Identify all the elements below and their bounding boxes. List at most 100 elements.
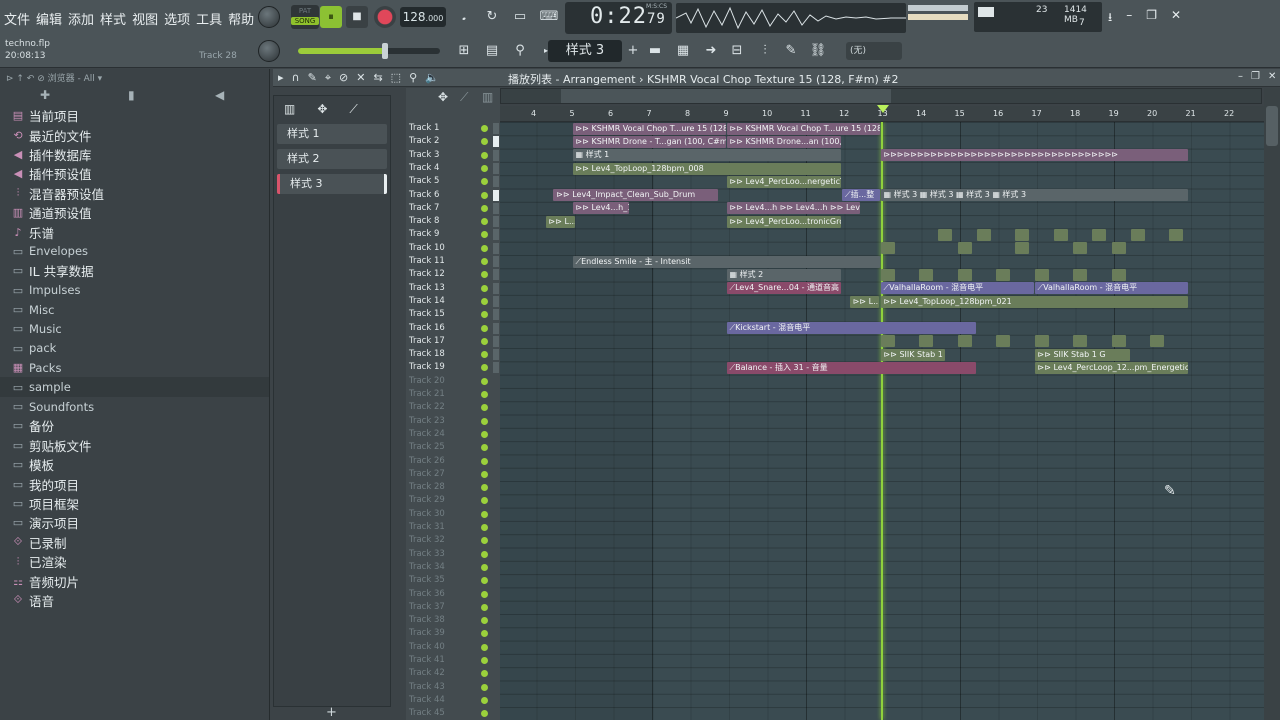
browser-item[interactable]: ▭ pack — [12, 339, 269, 358]
playlist-clip[interactable]: ⊳⊳ Lev4_PercLoo...tronicGroove — [726, 215, 841, 228]
track-header[interactable]: Track 44 — [406, 694, 500, 707]
pattern-block[interactable] — [880, 268, 895, 281]
track-mute-led[interactable] — [481, 351, 488, 359]
track-header[interactable]: Track 41 — [406, 654, 500, 667]
magnet-icon[interactable]: ∩ — [292, 71, 300, 85]
browser-item[interactable]: ▭ IL 共享数据 — [12, 261, 269, 280]
pattern-block[interactable] — [1111, 268, 1126, 281]
browser-item[interactable]: ▥ 通道预设值 — [12, 203, 269, 222]
playlist-clip[interactable]: ⟋Endless Smile - 主 - Intensit — [572, 255, 880, 268]
track-mute-led[interactable] — [481, 643, 488, 651]
minimize-icon[interactable]: – — [1238, 71, 1243, 82]
pattern-block[interactable] — [1111, 335, 1126, 348]
menu-item-5[interactable]: 选项 — [164, 8, 190, 29]
track-mute-led[interactable] — [481, 337, 488, 345]
pattern-block[interactable] — [996, 335, 1010, 348]
playlist-clip[interactable]: ⊳⊳ Lev4...h_12 — [572, 202, 630, 215]
piano-roll-icon[interactable]: ▦ — [674, 42, 692, 60]
close-icon[interactable]: ✕ — [1171, 8, 1181, 29]
scroll-thumb[interactable] — [1266, 106, 1278, 146]
track-header[interactable]: Track 8 — [406, 215, 500, 228]
minimize-icon[interactable]: – — [1126, 8, 1132, 29]
track-header[interactable]: Track 14 — [406, 295, 500, 308]
track-header[interactable]: Track 38 — [406, 614, 500, 627]
track-mute-led[interactable] — [481, 603, 488, 611]
add-pattern-icon[interactable]: + — [624, 42, 642, 60]
browser-item[interactable]: ▦ Packs — [12, 358, 269, 377]
browser-item[interactable]: ▭ 项目框架 — [12, 494, 269, 513]
track-mute-led[interactable] — [481, 630, 488, 638]
playlist-clip[interactable]: ▦ 样式 1 — [572, 149, 841, 162]
track-header[interactable]: Track 22 — [406, 401, 500, 414]
playlist-clip[interactable]: ▦ 样式 2 — [726, 268, 841, 281]
track-mute-led[interactable] — [481, 470, 488, 478]
track-header[interactable]: Track 39 — [406, 627, 500, 640]
browser-item[interactable]: ▭ Soundfonts — [12, 397, 269, 416]
menu-item-4[interactable]: 视图 — [132, 8, 158, 29]
browser-item[interactable]: ◀ 插件数据库 — [12, 145, 269, 164]
track-mute-led[interactable] — [481, 404, 488, 412]
delete-icon[interactable]: ⊘ — [339, 71, 348, 85]
track-header[interactable]: Track 4 — [406, 162, 500, 175]
pattern-block[interactable] — [1092, 229, 1107, 241]
pattern-block[interactable] — [1111, 242, 1126, 255]
browser-item[interactable]: ◀ 插件预设值 — [12, 164, 269, 183]
browser-item[interactable]: ⫶ 混音器预设值 — [12, 184, 269, 203]
link-icon[interactable]: ⛓ — [809, 42, 827, 60]
browser-item[interactable]: ▭ Music — [12, 319, 269, 338]
pattern-block[interactable] — [1130, 229, 1145, 241]
track-header[interactable]: Track 7 — [406, 202, 500, 215]
browser-item[interactable]: ▭ 剪贴板文件 — [12, 436, 269, 455]
close-icon[interactable]: ✕ — [1268, 71, 1276, 82]
track-header[interactable]: Track 1 — [406, 122, 500, 135]
pattern-block[interactable] — [880, 335, 895, 348]
menu-item-0[interactable]: 文件 — [4, 8, 30, 29]
track-mute-led[interactable] — [481, 204, 488, 212]
master-volume-thumb[interactable] — [382, 43, 388, 59]
add-icon[interactable]: + — [326, 705, 337, 720]
pattern-block[interactable] — [1073, 242, 1087, 255]
track-header[interactable]: Track 19 — [406, 361, 500, 374]
browser-item[interactable]: ▭ 我的项目 — [12, 474, 269, 493]
browser-item[interactable]: ▤ 当前项目 — [12, 106, 269, 125]
browser-item[interactable]: ▭ Impulses — [12, 281, 269, 300]
playlist-clip[interactable]: ⊳⊳ Lev4_TopLoop_128bpm_021 — [880, 295, 1188, 308]
download-icon[interactable]: ⭳ — [1108, 8, 1112, 29]
zoom-icon[interactable]: ⚲ — [409, 71, 417, 85]
track-header[interactable]: Track 21 — [406, 388, 500, 401]
track-header[interactable]: Track 10 — [406, 242, 500, 255]
track-header[interactable]: Track 12 — [406, 268, 500, 281]
track-header[interactable]: Track 45 — [406, 707, 500, 720]
playlist-clip[interactable]: ▦ 样式 3 ▦ 样式 3 ▦ 样式 3 ▦ 样式 3 — [880, 189, 1188, 202]
track-mute-led[interactable] — [481, 617, 488, 625]
pattern-block[interactable] — [957, 335, 972, 348]
browser-item[interactable]: ▭ Envelopes — [12, 242, 269, 261]
track-header[interactable]: Track 15 — [406, 308, 500, 321]
playlist-clip[interactable]: ⟋Kickstart - 混音电平 — [726, 322, 976, 335]
track-header[interactable]: Track 35 — [406, 574, 500, 587]
browser-item[interactable]: ♪ 乐谱 — [12, 222, 269, 241]
track-mute-led[interactable] — [481, 510, 488, 518]
track-header[interactable]: Track 3 — [406, 149, 500, 162]
draw-icon[interactable]: ✎ — [308, 71, 317, 85]
track-mute-led[interactable] — [481, 284, 488, 292]
pattern-block[interactable] — [1073, 268, 1087, 281]
track-mute-led[interactable] — [481, 563, 488, 571]
track-mute-led[interactable] — [481, 178, 488, 186]
track-header[interactable]: Track 6 — [406, 189, 500, 202]
blend-notes-icon[interactable]: ▭ — [511, 8, 529, 26]
pattern-item[interactable]: 样式 3 — [277, 174, 387, 194]
track-mute-led[interactable] — [481, 164, 488, 172]
pattern-block[interactable] — [957, 242, 972, 255]
track-header[interactable]: Track 5 — [406, 175, 500, 188]
track-mute-led[interactable] — [481, 244, 488, 252]
track-mute-led[interactable] — [481, 696, 488, 704]
pattern-block[interactable] — [919, 335, 933, 348]
pattern-block[interactable] — [880, 242, 895, 255]
pattern-selector[interactable]: 样式 3 — [548, 40, 622, 62]
track-header[interactable]: Track 33 — [406, 548, 500, 561]
pattern-block[interactable] — [1150, 335, 1164, 348]
playhead-marker[interactable] — [877, 105, 889, 113]
typing-keyboard-icon[interactable]: ⌨ — [538, 8, 560, 26]
track-mute-led[interactable] — [481, 324, 488, 332]
